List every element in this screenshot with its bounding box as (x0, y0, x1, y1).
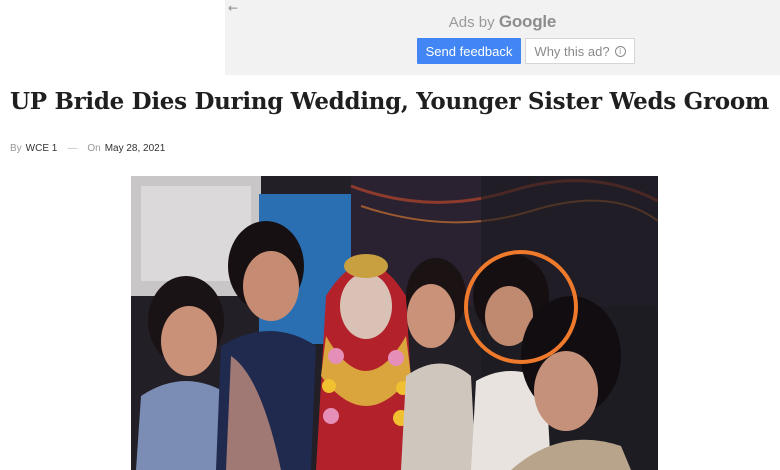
send-feedback-button[interactable]: Send feedback (417, 38, 521, 64)
ads-by-google[interactable]: Ads by Google (225, 12, 780, 32)
byline-separator: — (67, 143, 78, 154)
ad-buttons: Send feedback Why this ad? i (417, 38, 635, 64)
on-label: On (87, 143, 101, 154)
why-this-ad-button[interactable]: Why this ad? i (525, 38, 635, 64)
publish-date: May 28, 2021 (104, 143, 166, 154)
article-photo (131, 176, 658, 470)
by-label: By (10, 143, 22, 154)
wedding-photo-illustration (131, 176, 658, 470)
info-icon: i (614, 45, 626, 57)
ad-panel: ← Ads by Google Send feedback Why this a… (225, 0, 780, 75)
why-this-ad-label: Why this ad? (534, 43, 610, 59)
google-logo-text: Google (498, 12, 557, 31)
author-link[interactable]: WCE 1 (26, 143, 58, 154)
ads-by-label: Ads by (448, 14, 495, 31)
article-title: UP Bride Dies During Wedding, Younger Si… (10, 88, 769, 115)
byline: By WCE 1 — On May 28, 2021 (10, 143, 165, 154)
